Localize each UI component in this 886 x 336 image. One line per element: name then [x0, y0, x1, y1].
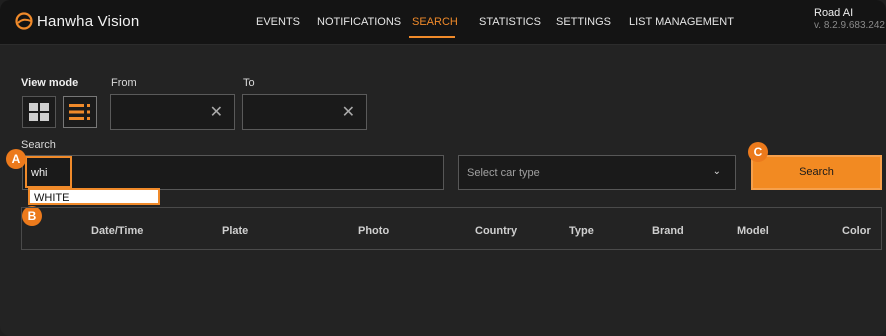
column-header[interactable]: Brand	[652, 225, 684, 237]
column-header[interactable]: Type	[569, 225, 594, 237]
autocomplete-suggestion[interactable]: WHITE	[28, 188, 160, 205]
nav-search[interactable]: SEARCH	[412, 16, 458, 28]
grid-view-icon	[29, 103, 49, 121]
column-header[interactable]: Color	[842, 225, 871, 237]
car-type-placeholder: Select car type	[467, 167, 540, 179]
active-tab-indicator	[409, 36, 455, 38]
list-view-button[interactable]	[63, 96, 97, 128]
clear-from-icon[interactable]: ✕	[210, 102, 223, 122]
column-header[interactable]: Plate	[222, 225, 248, 237]
clear-to-icon[interactable]: ✕	[342, 102, 355, 122]
search-input-highlight	[25, 156, 72, 188]
callout-a: A	[6, 149, 26, 169]
search-input[interactable]: whi	[22, 155, 444, 190]
nav-list-management[interactable]: LIST MANAGEMENT	[629, 16, 734, 28]
list-view-icon	[69, 104, 90, 120]
nav-events[interactable]: EVENTS	[256, 16, 300, 28]
column-header[interactable]: Country	[475, 225, 517, 237]
user-name[interactable]: Road AI	[814, 7, 853, 19]
to-date-input[interactable]: ✕	[242, 94, 367, 130]
callout-c: C	[748, 142, 768, 162]
top-bar: Hanwha Vision EVENTS NOTIFICATIONS SEARC…	[0, 0, 886, 45]
column-header[interactable]: Date/Time	[91, 225, 143, 237]
logo[interactable]: Hanwha Vision	[14, 11, 139, 31]
suggestion-label: WHITE	[34, 192, 70, 204]
column-header[interactable]: Photo	[358, 225, 389, 237]
app-version: v. 8.2.9.683.242	[814, 20, 885, 31]
search-label: Search	[21, 139, 56, 151]
logo-text: Hanwha Vision	[37, 12, 140, 30]
results-table: Date/Time Plate Photo Country Type Brand…	[21, 207, 882, 250]
car-type-select[interactable]: Select car type ⌄	[458, 155, 736, 190]
hanwha-logo-icon	[15, 12, 33, 30]
search-button[interactable]: Search	[751, 155, 882, 190]
app-window: Hanwha Vision EVENTS NOTIFICATIONS SEARC…	[0, 0, 886, 336]
nav-statistics[interactable]: STATISTICS	[479, 16, 541, 28]
grid-view-button[interactable]	[22, 96, 56, 128]
nav-notifications[interactable]: NOTIFICATIONS	[317, 16, 401, 28]
chevron-down-icon: ⌄	[712, 166, 721, 177]
column-header[interactable]: Model	[737, 225, 769, 237]
from-date-input[interactable]: ✕	[110, 94, 235, 130]
from-label: From	[111, 77, 137, 89]
to-label: To	[243, 77, 255, 89]
nav-settings[interactable]: SETTINGS	[556, 16, 611, 28]
view-mode-label: View mode	[21, 77, 79, 89]
